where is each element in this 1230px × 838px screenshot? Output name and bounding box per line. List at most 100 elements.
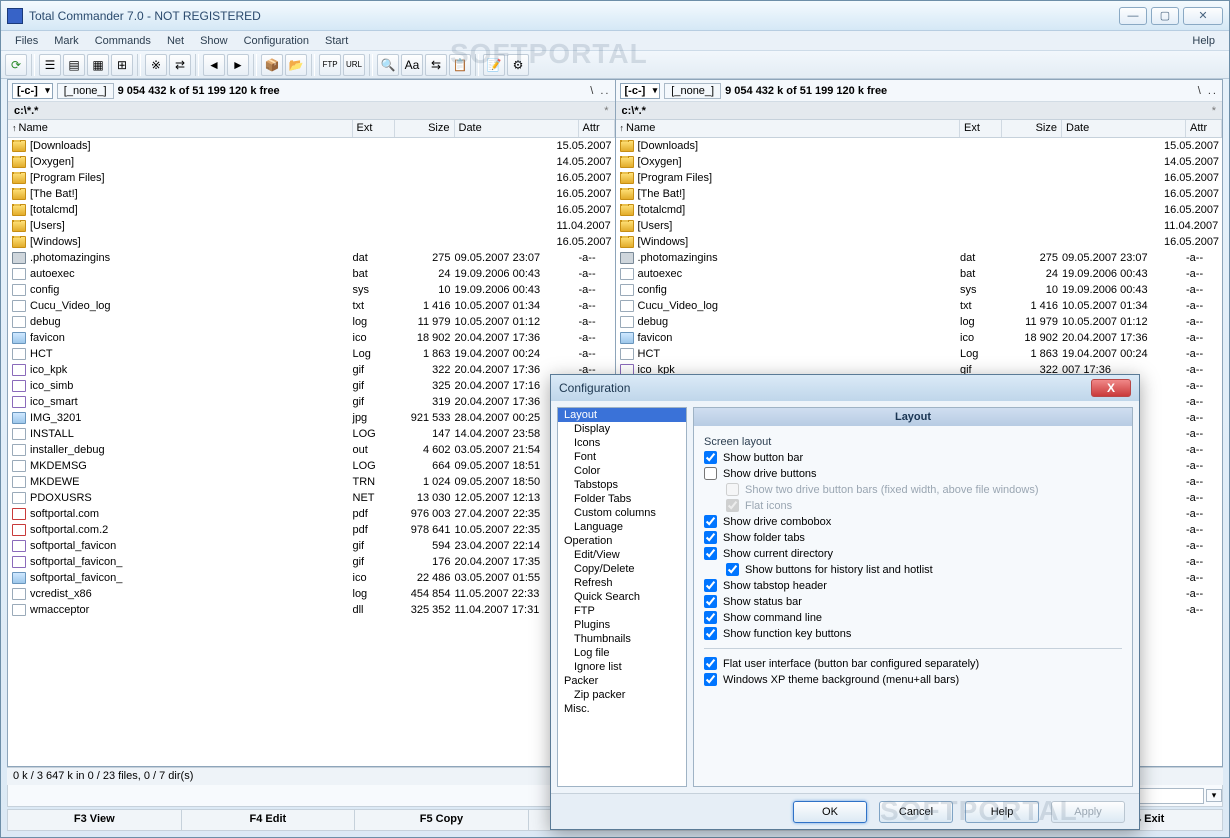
titlebar[interactable]: Total Commander 7.0 - NOT REGISTERED — ▢…	[1, 1, 1229, 31]
copy-names-icon[interactable]: 📋	[449, 54, 471, 76]
col-attr[interactable]: Attr	[579, 120, 615, 137]
opt-statusbar[interactable]: Show status bar	[704, 595, 1122, 608]
command-history-dropdown[interactable]: ▾	[1206, 789, 1222, 802]
opt-foldertabs[interactable]: Show folder tabs	[704, 531, 1122, 544]
tree-item-refresh[interactable]: Refresh	[558, 576, 686, 590]
view-tree-icon[interactable]: ⊞	[111, 54, 133, 76]
tree-item-language[interactable]: Language	[558, 520, 686, 534]
file-row[interactable]: MKDEMSG LOG 664 09.05.2007 18:51 -a--	[8, 458, 615, 474]
menu-help[interactable]: Help	[1184, 33, 1223, 49]
forward-icon[interactable]: ►	[227, 54, 249, 76]
file-row[interactable]: installer_debug out 4 602 03.05.2007 21:…	[8, 442, 615, 458]
swap-icon[interactable]: ⇄	[169, 54, 191, 76]
tree-item-icons[interactable]: Icons	[558, 436, 686, 450]
opt-drivebuttons[interactable]: Show drive buttons	[704, 467, 1122, 480]
col-ext[interactable]: Ext	[960, 120, 1002, 137]
file-row[interactable]: autoexec bat 24 19.09.2006 00:43 -a--	[8, 266, 615, 282]
tree-item-operation[interactable]: Operation	[558, 534, 686, 548]
fkey-f3[interactable]: F3 View	[8, 810, 182, 830]
ok-button[interactable]: OK	[793, 801, 867, 823]
col-size[interactable]: Size	[395, 120, 455, 137]
file-row[interactable]: autoexec bat 24 19.09.2006 00:43 -a--	[616, 266, 1223, 282]
fkey-f4[interactable]: F4 Edit	[182, 810, 356, 830]
file-row[interactable]: favicon ico 18 902 20.04.2007 17:36 -a--	[8, 330, 615, 346]
opt-combo[interactable]: Show drive combobox	[704, 515, 1122, 528]
dialog-close-button[interactable]: X	[1091, 379, 1131, 397]
col-name[interactable]: Name	[8, 120, 353, 137]
opt-flatui[interactable]: Flat user interface (button bar configur…	[704, 657, 1122, 670]
tree-item-folder-tabs[interactable]: Folder Tabs	[558, 492, 686, 506]
apply-button[interactable]: Apply	[1051, 801, 1125, 823]
opt-tabstop[interactable]: Show tabstop header	[704, 579, 1122, 592]
drive-select[interactable]: [-c-]	[620, 83, 661, 99]
file-row[interactable]: softportal_favicon_ gif 176 20.04.2007 1…	[8, 554, 615, 570]
opt-histbtns[interactable]: Show buttons for history list and hotlis…	[726, 563, 1122, 576]
menu-configuration[interactable]: Configuration	[236, 33, 317, 49]
file-row[interactable]: vcredist_x86 log 454 854 11.05.2007 22:3…	[8, 586, 615, 602]
help-button[interactable]: Help	[965, 801, 1039, 823]
hotlist-icon[interactable]: *	[1212, 105, 1216, 117]
file-row[interactable]: [The Bat!] 16.05.2007 02:05 ----	[616, 186, 1223, 202]
opt-buttonbar[interactable]: Show button bar	[704, 451, 1122, 464]
maximize-button[interactable]: ▢	[1151, 7, 1179, 25]
file-row[interactable]: softportal_favicon gif 594 23.04.2007 22…	[8, 538, 615, 554]
hotlist-icon[interactable]: *	[604, 105, 608, 117]
file-row[interactable]: INSTALL LOG 147 14.04.2007 23:58 -a--	[8, 426, 615, 442]
file-row[interactable]: [Users] 11.04.2007 23:22 r---	[8, 218, 615, 234]
file-row[interactable]: [Program Files] 16.05.2007 01:37 r---	[616, 170, 1223, 186]
file-row[interactable]: HCT Log 1 863 19.04.2007 00:24 -a--	[8, 346, 615, 362]
ftp-icon[interactable]: FTP	[319, 54, 341, 76]
file-row[interactable]: MKDEWE TRN 1 024 09.05.2007 18:50 -a--	[8, 474, 615, 490]
tree-item-tabstops[interactable]: Tabstops	[558, 478, 686, 492]
refresh-icon[interactable]: ⟳	[5, 54, 27, 76]
tree-item-ftp[interactable]: FTP	[558, 604, 686, 618]
file-row[interactable]: debug log 11 979 10.05.2007 01:12 -a--	[616, 314, 1223, 330]
file-row[interactable]: [The Bat!] 16.05.2007 02:05 ----	[8, 186, 615, 202]
col-name[interactable]: Name	[616, 120, 961, 137]
view-brief-icon[interactable]: ☰	[39, 54, 61, 76]
col-attr[interactable]: Attr	[1186, 120, 1222, 137]
close-button[interactable]: ✕	[1183, 7, 1223, 25]
file-row[interactable]: [Program Files] 16.05.2007 01:37 r---	[8, 170, 615, 186]
config-tree[interactable]: LayoutDisplayIconsFontColorTabstopsFolde…	[557, 407, 687, 787]
opt-xptheme[interactable]: Windows XP theme background (menu+all ba…	[704, 673, 1122, 686]
file-row[interactable]: softportal_favicon_ ico 22 486 03.05.200…	[8, 570, 615, 586]
dialog-titlebar[interactable]: Configuration X	[551, 375, 1139, 401]
file-row[interactable]: IMG_3201 jpg 921 533 28.04.2007 00:25 -a…	[8, 410, 615, 426]
drive-select[interactable]: [-c-]	[12, 83, 53, 99]
file-row[interactable]: [Oxygen] 14.05.2007 13:46 ----	[616, 154, 1223, 170]
file-row[interactable]: config sys 10 19.09.2006 00:43 -a--	[616, 282, 1223, 298]
sync-icon[interactable]: ⇆	[425, 54, 447, 76]
tree-item-thumbnails[interactable]: Thumbnails	[558, 632, 686, 646]
drive-nav[interactable]: \ ..	[590, 85, 610, 97]
file-row[interactable]: favicon ico 18 902 20.04.2007 17:36 -a--	[616, 330, 1223, 346]
control-panel-icon[interactable]: ⚙	[507, 54, 529, 76]
menu-start[interactable]: Start	[317, 33, 356, 49]
tree-item-quick-search[interactable]: Quick Search	[558, 590, 686, 604]
file-row[interactable]: .photomazingins dat 275 09.05.2007 23:07…	[8, 250, 615, 266]
file-row[interactable]: wmacceptor dll 325 352 11.04.2007 17:31 …	[8, 602, 615, 618]
file-list[interactable]: [Downloads] 15.05.2007 16:05 ---- [Oxyge…	[8, 138, 615, 766]
view-full-icon[interactable]: ▤	[63, 54, 85, 76]
notepad-icon[interactable]: 📝	[483, 54, 505, 76]
file-row[interactable]: [totalcmd] 16.05.2007 11:15 ----	[616, 202, 1223, 218]
tree-item-copy-delete[interactable]: Copy/Delete	[558, 562, 686, 576]
menu-mark[interactable]: Mark	[46, 33, 86, 49]
cancel-button[interactable]: Cancel	[879, 801, 953, 823]
col-ext[interactable]: Ext	[353, 120, 395, 137]
tree-item-display[interactable]: Display	[558, 422, 686, 436]
file-row[interactable]: HCT Log 1 863 19.04.2007 00:24 -a--	[616, 346, 1223, 362]
tree-item-edit-view[interactable]: Edit/View	[558, 548, 686, 562]
back-icon[interactable]: ◄	[203, 54, 225, 76]
invert-sel-icon[interactable]: ※	[145, 54, 167, 76]
tree-item-zip-packer[interactable]: Zip packer	[558, 688, 686, 702]
drive-none[interactable]: [_none_]	[664, 83, 721, 99]
file-row[interactable]: Cucu_Video_log txt 1 416 10.05.2007 01:3…	[616, 298, 1223, 314]
file-row[interactable]: [Oxygen] 14.05.2007 13:46 ----	[8, 154, 615, 170]
menu-files[interactable]: Files	[7, 33, 46, 49]
col-date[interactable]: Date	[1062, 120, 1186, 137]
view-thumbs-icon[interactable]: ▦	[87, 54, 109, 76]
minimize-button[interactable]: —	[1119, 7, 1147, 25]
file-row[interactable]: config sys 10 19.09.2006 00:43 -a--	[8, 282, 615, 298]
file-row[interactable]: ico_simb gif 325 20.04.2007 17:16 -a--	[8, 378, 615, 394]
